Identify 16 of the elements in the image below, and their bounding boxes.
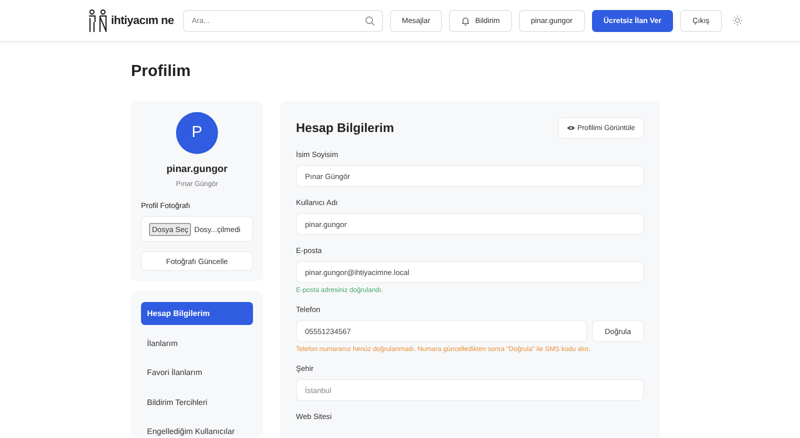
nav-item[interactable]: Bildirim Tercihleri [141,390,253,414]
logo[interactable]: ihtiyacım ne [88,8,174,32]
section-title: Hesap Bilgilerim [296,121,394,135]
nav-item[interactable]: Favori İlanlarım [141,361,253,384]
nav-item[interactable]: Engellediğim Kullanıcılar [141,420,253,437]
people-logo-icon [88,8,108,32]
username: pinar.gungor [166,164,228,175]
avatar: P [176,112,218,154]
bell-icon [461,16,470,26]
logo-text: ihtiyacım ne [111,14,174,26]
page-title: Profilim [131,63,192,81]
nav-item[interactable]: İlanlarım [141,332,253,354]
nav-item[interactable]: Hesap Bilgilerim [141,302,253,325]
search-icon [364,16,375,26]
eye-icon [567,125,576,131]
sun-icon[interactable] [732,15,743,26]
